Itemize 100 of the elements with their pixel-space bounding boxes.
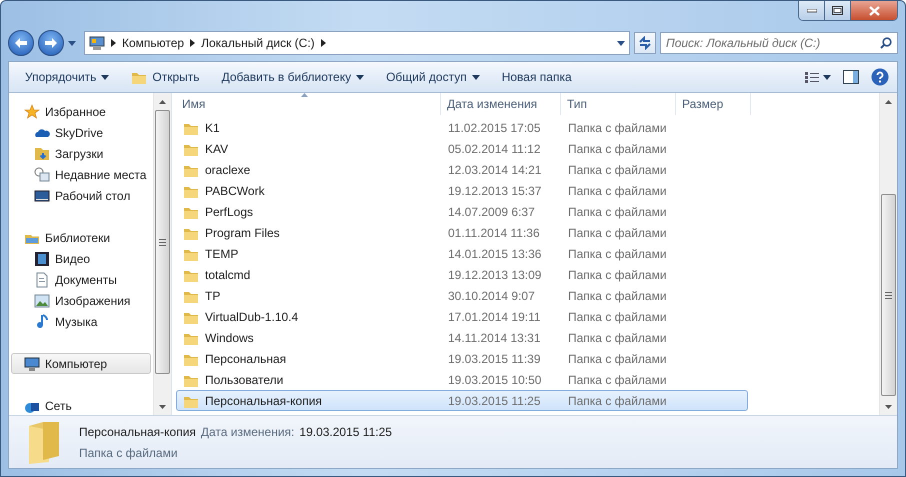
file-row[interactable]: PerfLogs 14.07.2009 6:37 Папка с файлами bbox=[176, 201, 748, 222]
minimize-button[interactable] bbox=[799, 1, 825, 20]
type-cell-text: Папка с файлами bbox=[567, 288, 668, 302]
file-row[interactable]: TP 30.10.2014 9:07 Папка с файлами bbox=[176, 285, 748, 306]
desktop-icon bbox=[34, 188, 50, 204]
type-cell-text: Папка с файлами bbox=[567, 142, 668, 156]
type-cell-text: Папка с файлами bbox=[567, 372, 668, 386]
sidebar-item[interactable]: Загрузки bbox=[11, 143, 151, 164]
dropdown-caret-icon[interactable] bbox=[617, 40, 625, 46]
scroll-up-icon[interactable] bbox=[159, 100, 166, 104]
file-row[interactable]: TEMP 14.01.2015 13:36 Папка с файлами bbox=[176, 243, 748, 264]
file-name: PABCWork bbox=[205, 184, 265, 198]
file-row[interactable]: oraclexe 12.03.2014 14:21 Папка с файлами bbox=[176, 159, 748, 180]
type-cell-text: Папка с файлами bbox=[567, 268, 668, 282]
type-cell-text: Папка с файлами bbox=[567, 394, 668, 408]
forward-arrow-icon bbox=[44, 37, 58, 49]
chevron-right-icon bbox=[111, 39, 116, 47]
file-row[interactable]: totalcmd 19.12.2013 13:09 Папка с файлами bbox=[176, 264, 748, 285]
file-row[interactable]: VirtualDub-1.10.4 17.01.2014 19:11 Папка с файлами bbox=[176, 306, 748, 327]
scrollbar[interactable] bbox=[879, 93, 897, 415]
scroll-up-icon[interactable] bbox=[885, 100, 892, 104]
column-header[interactable]: Тип bbox=[561, 93, 676, 115]
date-cell-text: 19.12.2013 15:37 bbox=[447, 184, 542, 198]
image-icon bbox=[34, 292, 50, 308]
breadcrumb[interactable]: Локальный диск (C:) bbox=[201, 36, 315, 50]
sidebar-item[interactable]: Недавние места bbox=[11, 164, 151, 185]
type-cell-text: Папка с файлами bbox=[567, 162, 668, 176]
type-cell-text: Папка с файлами bbox=[567, 204, 668, 218]
search-field[interactable]: Поиск: Локальный диск (C:) bbox=[660, 32, 898, 54]
scrollbar[interactable] bbox=[153, 93, 171, 415]
back-arrow-icon bbox=[14, 37, 28, 49]
file-name: PerfLogs bbox=[205, 204, 254, 218]
type-cell-text: Папка с файлами bbox=[567, 330, 668, 344]
date-cell-text: 19.12.2013 13:09 bbox=[447, 268, 542, 282]
refresh-button[interactable] bbox=[634, 32, 656, 54]
sidebar-item[interactable]: SkyDrive bbox=[11, 122, 151, 143]
sidebar-item[interactable]: Библиотеки bbox=[11, 227, 151, 248]
date-cell-text: 14.07.2009 6:37 bbox=[447, 204, 536, 218]
address-bar[interactable]: Компьютер Локальный диск (C:) bbox=[84, 31, 630, 55]
date-cell-text: 19.03.2015 11:25 bbox=[447, 394, 542, 408]
help-icon[interactable] bbox=[871, 68, 889, 86]
sidebar-item[interactable]: Документы bbox=[11, 269, 151, 290]
sidebar-item[interactable]: Рабочий стол bbox=[11, 185, 151, 206]
forward-button[interactable] bbox=[38, 30, 64, 56]
toolbar-button[interactable]: Добавить в библиотеку bbox=[214, 67, 372, 87]
date-cell-text: 14.11.2014 13:31 bbox=[447, 330, 542, 344]
file-row[interactable]: Пользователи 19.03.2015 10:50 Папка с файлами bbox=[176, 369, 748, 390]
file-name: Windows bbox=[205, 330, 254, 344]
grip-icon bbox=[885, 292, 892, 298]
dropdown-caret-icon[interactable] bbox=[68, 40, 76, 46]
file-name: TEMP bbox=[205, 246, 238, 260]
preview-pane-icon[interactable] bbox=[843, 70, 859, 84]
scroll-down-icon[interactable] bbox=[885, 404, 892, 408]
type-cell-text: Папка с файлами bbox=[567, 310, 668, 324]
sidebar-item[interactable]: Музыка bbox=[11, 311, 151, 332]
back-button[interactable] bbox=[8, 30, 34, 56]
file-row[interactable]: Program Files 01.11.2014 11:36 Папка с файлами bbox=[176, 222, 748, 243]
sidebar-item[interactable]: Избранное bbox=[11, 101, 151, 122]
detail-label: Дата изменения: bbox=[200, 424, 294, 438]
column-header[interactable]: Имя bbox=[176, 93, 441, 115]
grip-icon bbox=[159, 238, 166, 246]
file-row[interactable]: Персональная-копия 19.03.2015 11:25 Папка с файлами bbox=[176, 390, 748, 411]
sidebar-item[interactable]: Изображения bbox=[11, 290, 151, 311]
list-view-icon bbox=[805, 72, 819, 82]
caret-icon bbox=[823, 74, 831, 80]
type-cell-text: Папка с файлами bbox=[567, 120, 668, 134]
maximize-button[interactable] bbox=[825, 1, 851, 20]
recent-places-icon bbox=[34, 166, 50, 182]
file-row[interactable]: Windows 14.11.2014 13:31 Папка с файлами bbox=[176, 327, 748, 348]
large-folder-icon bbox=[27, 420, 61, 464]
view-options-button[interactable] bbox=[805, 72, 831, 82]
file-row[interactable]: K1 11.02.2015 17:05 Папка с файлами bbox=[176, 117, 748, 138]
folder-icon bbox=[131, 70, 148, 84]
file-row[interactable]: KAV 05.02.2014 11:12 Папка с файлами bbox=[176, 138, 748, 159]
toolbar-button[interactable]: Открыть bbox=[123, 67, 208, 87]
scrollbar-thumb[interactable] bbox=[881, 194, 896, 396]
file-name: Персональная bbox=[205, 352, 286, 366]
detail-name: Персональная-копия bbox=[79, 424, 196, 438]
computer-icon bbox=[24, 356, 40, 372]
detail-type: Папка с файлами bbox=[79, 446, 179, 460]
maximize-icon bbox=[832, 6, 843, 15]
toolbar-button[interactable]: Новая папка bbox=[494, 67, 580, 87]
column-header[interactable]: Дата изменения bbox=[441, 93, 561, 115]
type-cell-text: Папка с файлами bbox=[567, 226, 668, 240]
file-row[interactable]: PABCWork 19.12.2013 15:37 Папка с файлами bbox=[176, 180, 748, 201]
document-icon bbox=[34, 272, 50, 288]
sidebar-item[interactable]: Сеть bbox=[11, 395, 151, 415]
scroll-down-icon[interactable] bbox=[159, 404, 166, 408]
column-header[interactable]: Размер bbox=[676, 93, 751, 115]
search-icon bbox=[880, 37, 892, 49]
close-button[interactable] bbox=[851, 1, 897, 20]
type-cell-text: Папка с файлами bbox=[567, 352, 668, 366]
breadcrumb[interactable]: Компьютер bbox=[122, 36, 184, 50]
toolbar-button[interactable]: Общий доступ bbox=[378, 67, 488, 87]
sidebar-item[interactable]: Компьютер bbox=[11, 353, 151, 374]
sidebar-item[interactable]: Видео bbox=[11, 248, 151, 269]
toolbar-button[interactable]: Упорядочить bbox=[17, 67, 118, 87]
file-row[interactable]: Персональная 19.03.2015 11:39 Папка с файлами bbox=[176, 348, 748, 369]
close-icon bbox=[868, 6, 880, 16]
scrollbar-thumb[interactable] bbox=[155, 110, 170, 374]
